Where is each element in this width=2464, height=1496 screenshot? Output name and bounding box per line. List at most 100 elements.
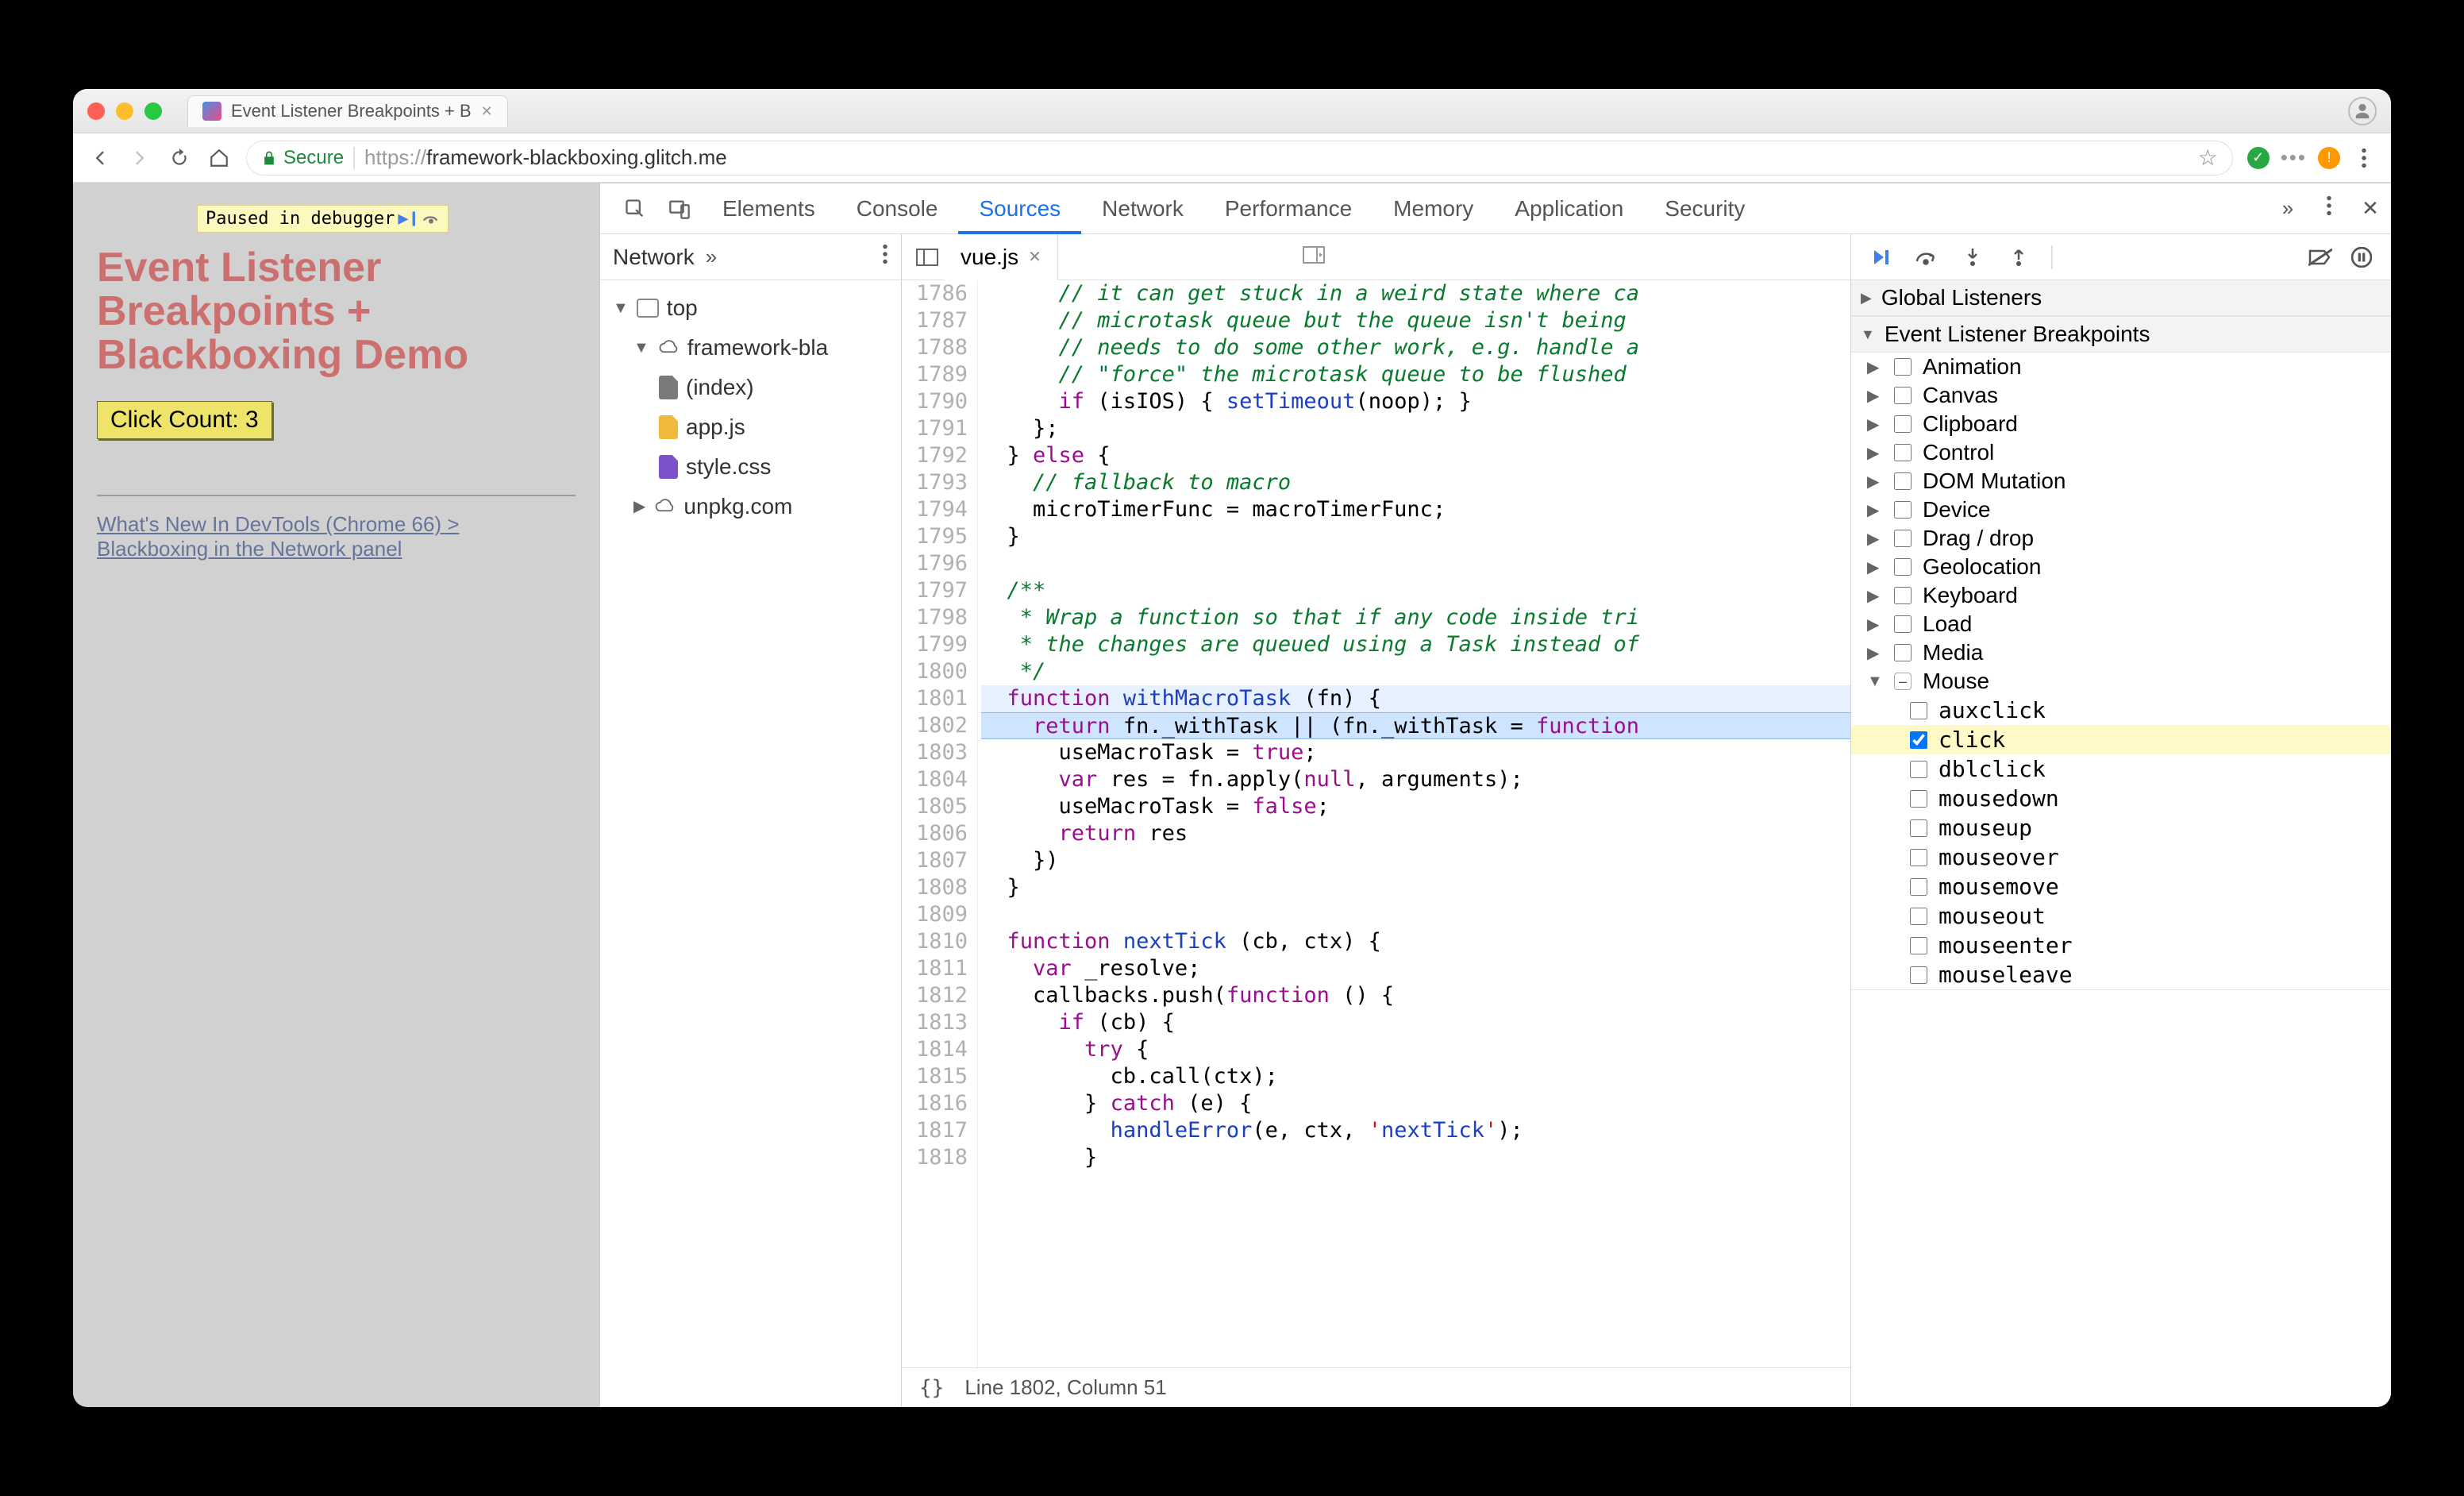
rendered-page: Paused in debugger ▶❙ Event Listener Bre… <box>73 183 600 1407</box>
event-mouseout[interactable]: mouseout <box>1851 901 2391 931</box>
url-text: https://framework-blackboxing.glitch.me <box>364 145 727 170</box>
frame-icon <box>637 299 659 318</box>
resume-icon[interactable]: ▶❙ <box>398 209 419 229</box>
kebab-menu-icon[interactable] <box>2351 145 2377 171</box>
category-device[interactable]: ▶Device <box>1851 495 2391 524</box>
step-over-icon[interactable] <box>422 209 440 229</box>
debugger-pane: ▶Global Listeners ▼Event Listener Breakp… <box>1851 234 2391 1407</box>
browser-tab[interactable]: Event Listener Breakpoints + B ✕ <box>187 95 508 127</box>
source-editor: vue.js✕ 17861787178817891790179117921793… <box>902 234 1851 1407</box>
tab-application[interactable]: Application <box>1494 183 1644 234</box>
devtools-tabstrip: Elements Console Sources Network Perform… <box>600 183 2391 234</box>
tree-top[interactable]: ▼top <box>608 288 893 328</box>
category-load[interactable]: ▶Load <box>1851 610 2391 638</box>
overflow-tabs-icon[interactable]: » <box>2267 196 2308 221</box>
home-icon[interactable] <box>206 145 232 171</box>
close-file-icon[interactable]: ✕ <box>1028 247 1041 267</box>
editor-statusbar: {} Line 1802, Column 51 <box>902 1367 1850 1407</box>
section-event-listener-breakpoints[interactable]: ▼Event Listener Breakpoints <box>1851 317 2391 353</box>
back-icon[interactable] <box>87 145 113 171</box>
tab-memory[interactable]: Memory <box>1373 183 1494 234</box>
close-devtools-icon[interactable]: ✕ <box>2350 196 2391 221</box>
category-drag-drop[interactable]: ▶Drag / drop <box>1851 524 2391 553</box>
url-toolbar: Secure https://framework-blackboxing.gli… <box>73 133 2391 183</box>
tree-origin-1[interactable]: ▼framework-bla <box>608 328 893 368</box>
pause-exceptions-icon[interactable] <box>2348 244 2375 271</box>
close-tab-icon[interactable]: ✕ <box>481 103 493 120</box>
tab-title: Event Listener Breakpoints + B <box>231 101 472 121</box>
event-mouseover[interactable]: mouseover <box>1851 842 2391 872</box>
device-toolbar-icon[interactable] <box>657 198 702 220</box>
step-into-button[interactable] <box>1959 244 1986 271</box>
inspect-element-icon[interactable] <box>613 198 657 220</box>
nav-tab-network[interactable]: Network <box>613 245 695 270</box>
tab-console[interactable]: Console <box>836 183 959 234</box>
category-canvas[interactable]: ▶Canvas <box>1851 381 2391 410</box>
event-auxclick[interactable]: auxclick <box>1851 696 2391 725</box>
category-media[interactable]: ▶Media <box>1851 638 2391 667</box>
event-click[interactable]: click <box>1851 725 2391 754</box>
maximize-window[interactable] <box>144 102 162 120</box>
forward-icon <box>127 145 152 171</box>
toggle-navigator-icon[interactable] <box>910 249 945 266</box>
event-mousemove[interactable]: mousemove <box>1851 872 2391 901</box>
extension-badge-orange[interactable]: ! <box>2318 147 2340 169</box>
click-count-button[interactable]: Click Count: 3 <box>97 401 272 439</box>
category-geolocation[interactable]: ▶Geolocation <box>1851 553 2391 581</box>
resume-button[interactable] <box>1867 244 1894 271</box>
step-out-button[interactable] <box>2005 244 2032 271</box>
category-animation[interactable]: ▶Animation <box>1851 353 2391 381</box>
reload-icon[interactable] <box>167 145 192 171</box>
close-window[interactable] <box>87 102 105 120</box>
settings-kebab-icon[interactable] <box>2308 195 2350 222</box>
cursor-position: Line 1802, Column 51 <box>964 1375 1166 1400</box>
event-dblclick[interactable]: dblclick <box>1851 754 2391 784</box>
tree-file-index[interactable]: (index) <box>608 368 893 407</box>
code-area[interactable]: // it can get stuck in a weird state whe… <box>978 280 1850 1367</box>
cloud-icon <box>653 493 676 520</box>
paused-label: Paused in debugger <box>206 209 395 229</box>
minimize-window[interactable] <box>116 102 133 120</box>
extension-badge-green[interactable]: ✓ <box>2247 147 2270 169</box>
address-bar[interactable]: Secure https://framework-blackboxing.gli… <box>246 141 2233 175</box>
tree-origin-2[interactable]: ▶unpkg.com <box>608 487 893 526</box>
category-clipboard[interactable]: ▶Clipboard <box>1851 410 2391 438</box>
line-gutter: 1786178717881789179017911792179317941795… <box>902 280 978 1367</box>
tab-sources[interactable]: Sources <box>958 183 1081 234</box>
category-keyboard[interactable]: ▶Keyboard <box>1851 581 2391 610</box>
tab-performance[interactable]: Performance <box>1204 183 1373 234</box>
event-mouseleave[interactable]: mouseleave <box>1851 960 2391 989</box>
bookmark-star-icon[interactable]: ☆ <box>2198 145 2218 171</box>
event-mouseenter[interactable]: mouseenter <box>1851 931 2391 960</box>
nav-more-icon[interactable] <box>882 244 888 270</box>
debugger-toolbar <box>1851 234 2391 280</box>
tab-elements[interactable]: Elements <box>702 183 836 234</box>
event-mousedown[interactable]: mousedown <box>1851 784 2391 813</box>
tree-file-style[interactable]: style.css <box>608 447 893 487</box>
file-icon <box>659 415 678 439</box>
secure-badge: Secure <box>261 147 344 169</box>
tree-file-app[interactable]: app.js <box>608 407 893 447</box>
editor-tab-vuejs[interactable]: vue.js✕ <box>945 234 1058 280</box>
category-dom-mutation[interactable]: ▶DOM Mutation <box>1851 467 2391 495</box>
favicon <box>202 102 221 121</box>
cloud-icon <box>657 334 680 361</box>
nav-overflow-icon[interactable]: » <box>706 245 717 269</box>
extension-overflow-icon[interactable]: ••• <box>2281 145 2307 170</box>
file-icon <box>659 376 678 399</box>
step-over-button[interactable] <box>1913 244 1940 271</box>
category-control[interactable]: ▶Control <box>1851 438 2391 467</box>
profile-avatar-icon[interactable] <box>2348 97 2377 125</box>
section-global-listeners[interactable]: ▶Global Listeners <box>1851 280 2391 316</box>
toggle-debugger-icon[interactable] <box>1303 245 1842 269</box>
event-mouseup[interactable]: mouseup <box>1851 813 2391 842</box>
category-mouse[interactable]: ▼–Mouse <box>1851 667 2391 696</box>
titlebar: Event Listener Breakpoints + B ✕ <box>73 89 2391 133</box>
pretty-print-icon[interactable]: {} <box>919 1376 944 1400</box>
whats-new-link[interactable]: What's New In DevTools (Chrome 66) > Bla… <box>97 512 576 561</box>
tab-security[interactable]: Security <box>1644 183 1765 234</box>
sources-navigator: Network » ▼top ▼framework-bla (index) ap… <box>600 234 902 1407</box>
deactivate-breakpoints-icon[interactable] <box>2307 244 2334 271</box>
devtools-panel: Elements Console Sources Network Perform… <box>600 183 2391 1407</box>
tab-network[interactable]: Network <box>1081 183 1204 234</box>
